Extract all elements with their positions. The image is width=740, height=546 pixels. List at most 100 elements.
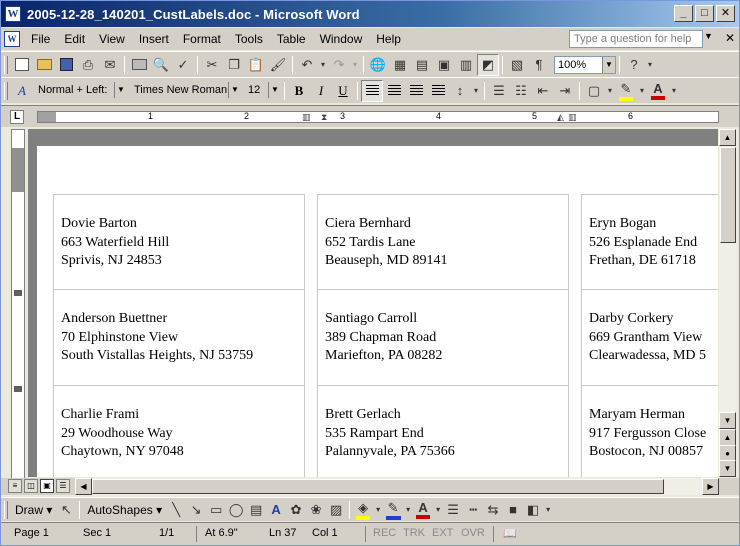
align-center-icon[interactable]: [383, 80, 405, 102]
label-cell[interactable]: Eryn Bogan 526 Esplanade End Frethan, DE…: [581, 194, 718, 290]
status-trk[interactable]: TRK: [403, 527, 425, 539]
tables-borders-icon[interactable]: ▦: [389, 54, 411, 76]
close-button[interactable]: ✕: [716, 5, 735, 22]
menu-insert[interactable]: Insert: [132, 29, 176, 49]
row-marker[interactable]: [14, 386, 22, 392]
horizontal-scrollbar[interactable]: ◀ ▶: [75, 478, 719, 495]
save-disk-icon[interactable]: [55, 54, 77, 76]
font-select[interactable]: Times New Roman ▼: [131, 81, 241, 100]
status-ovr[interactable]: OVR: [461, 527, 485, 539]
highlight-dropdown-icon[interactable]: ▾: [637, 80, 647, 102]
document-area[interactable]: Dovie Barton 663 Waterfield Hill Sprivis…: [28, 129, 718, 477]
menu-window[interactable]: Window: [313, 29, 370, 49]
draw-menu-button[interactable]: Draw ▾: [11, 503, 56, 517]
open-folder-icon[interactable]: [33, 54, 55, 76]
menu-table[interactable]: Table: [270, 29, 313, 49]
paste-icon[interactable]: 📋: [245, 54, 267, 76]
font-color-dropdown-icon[interactable]: ▾: [669, 80, 679, 102]
bullets-icon[interactable]: ☷: [510, 80, 532, 102]
print-layout-view-icon[interactable]: ▣: [40, 479, 54, 493]
text-box-icon[interactable]: ▤: [246, 500, 266, 520]
font-color-icon[interactable]: A: [647, 80, 669, 102]
indent-marker-icon[interactable]: ⧗: [321, 112, 327, 123]
align-right-icon[interactable]: [405, 80, 427, 102]
scroll-up-icon[interactable]: ▲: [719, 129, 736, 146]
menu-edit[interactable]: Edit: [57, 29, 92, 49]
insert-excel-icon[interactable]: ▣: [433, 54, 455, 76]
redo-icon[interactable]: ↷: [328, 54, 350, 76]
zoom-select[interactable]: 100% ▼: [554, 55, 616, 74]
help-icon[interactable]: ?: [623, 54, 645, 76]
label-cell[interactable]: Brett Gerlach 535 Rampart End Palannyval…: [317, 386, 569, 477]
maximize-button[interactable]: □: [695, 5, 714, 22]
columns-icon[interactable]: ▥: [455, 54, 477, 76]
menu-format[interactable]: Format: [176, 29, 228, 49]
numbering-icon[interactable]: ☰: [488, 80, 510, 102]
spelling-status-icon[interactable]: 📖: [503, 527, 517, 540]
diagram-icon[interactable]: ✿: [286, 500, 306, 520]
row-marker[interactable]: [14, 290, 22, 296]
new-document-icon[interactable]: [11, 54, 33, 76]
show-hide-icon[interactable]: ¶: [528, 54, 550, 76]
right-indent-marker-icon[interactable]: ◭: [557, 112, 564, 123]
vertical-scroll-thumb[interactable]: [720, 147, 736, 243]
horizontal-ruler[interactable]: 1 2 3 4 5 6 ▥ ⧗ ◭ ▥: [37, 111, 719, 123]
line-spacing-icon[interactable]: ↕: [449, 80, 471, 102]
tab-selector[interactable]: L: [10, 110, 24, 124]
menu-help[interactable]: Help: [369, 29, 408, 49]
font-size-select[interactable]: 12 ▼: [245, 81, 281, 100]
wordart-icon[interactable]: A: [266, 500, 286, 520]
label-cell[interactable]: Anderson Buettner 70 Elphinstone View So…: [53, 290, 305, 386]
increase-indent-icon[interactable]: ⇥: [554, 80, 576, 102]
label-cell[interactable]: Maryam Herman 917 Fergusson Close Bostoc…: [581, 386, 718, 477]
style-select[interactable]: Normal + Left: ▼: [35, 81, 127, 100]
vertical-scrollbar[interactable]: ▲ ▼ ▲ ● ▼: [719, 129, 737, 477]
scroll-right-icon[interactable]: ▶: [702, 478, 719, 495]
style-dropdown-icon[interactable]: ▼: [114, 81, 127, 98]
bold-button[interactable]: B: [288, 80, 310, 102]
line-spacing-dropdown-icon[interactable]: ▾: [471, 80, 481, 102]
shadow-style-icon[interactable]: ■: [503, 500, 523, 520]
select-objects-icon[interactable]: ↖: [56, 500, 76, 520]
fill-color-dropdown-icon[interactable]: ▾: [373, 500, 383, 520]
print-icon[interactable]: [128, 54, 150, 76]
drawing-icon[interactable]: ◩: [477, 53, 499, 76]
horizontal-scroll-thumb[interactable]: [92, 479, 664, 494]
menu-tools[interactable]: Tools: [228, 29, 270, 49]
column-marker-icon[interactable]: ▥: [302, 112, 311, 123]
decrease-indent-icon[interactable]: ⇤: [532, 80, 554, 102]
normal-view-icon[interactable]: ≡: [8, 479, 22, 493]
label-cell[interactable]: Charlie Frami 29 Woodhouse Way Chaytown,…: [53, 386, 305, 477]
align-left-icon[interactable]: [361, 79, 383, 102]
label-cell[interactable]: Dovie Barton 663 Waterfield Hill Sprivis…: [53, 194, 305, 290]
document-page[interactable]: Dovie Barton 663 Waterfield Hill Sprivis…: [37, 146, 718, 477]
font-size-dropdown-icon[interactable]: ▼: [268, 81, 281, 98]
copy-icon[interactable]: ❐: [223, 54, 245, 76]
oval-icon[interactable]: ◯: [226, 500, 246, 520]
toolbar-grip[interactable]: [4, 500, 8, 519]
format-painter-icon[interactable]: 🖌: [267, 54, 289, 76]
clip-art-icon[interactable]: ❀: [306, 500, 326, 520]
document-close-icon[interactable]: ✕: [725, 31, 735, 45]
next-page-icon[interactable]: ▼: [719, 460, 736, 477]
font-color-draw-dropdown-icon[interactable]: ▾: [433, 500, 443, 520]
cut-icon[interactable]: ✂: [201, 54, 223, 76]
arrow-style-icon[interactable]: ⇆: [483, 500, 503, 520]
menu-view[interactable]: View: [92, 29, 132, 49]
label-cell[interactable]: Darby Corkery 669 Grantham View Clearwad…: [581, 290, 718, 386]
autoshapes-menu-button[interactable]: AutoShapes ▾: [83, 503, 166, 517]
undo-dropdown-icon[interactable]: ▾: [318, 54, 328, 76]
label-cell[interactable]: Santiago Carroll 389 Chapman Road Marief…: [317, 290, 569, 386]
outside-border-icon[interactable]: ▢: [583, 80, 605, 102]
help-dropdown-icon[interactable]: ▼: [704, 31, 713, 41]
border-dropdown-icon[interactable]: ▾: [605, 80, 615, 102]
scroll-left-icon[interactable]: ◀: [75, 478, 92, 495]
underline-button[interactable]: U: [332, 80, 354, 102]
highlight-icon[interactable]: ✎: [615, 80, 637, 102]
permission-icon[interactable]: ⎙: [77, 54, 99, 76]
italic-button[interactable]: I: [310, 80, 332, 102]
email-icon[interactable]: ✉: [99, 54, 121, 76]
document-icon[interactable]: W: [4, 31, 20, 47]
status-ext[interactable]: EXT: [432, 527, 453, 539]
hyperlink-icon[interactable]: 🌐: [367, 54, 389, 76]
